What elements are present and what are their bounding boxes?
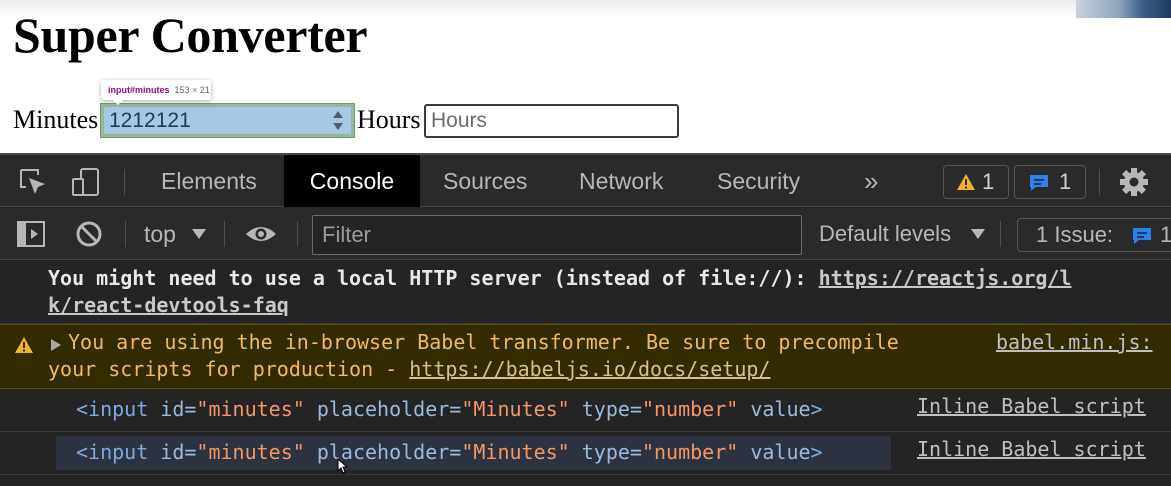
log-source-link[interactable]: Inline Babel script [917,437,1146,461]
webcam-thumbnail [1076,0,1171,18]
issues-button[interactable]: 1 Issue: 1 [1017,218,1171,252]
page-title: Super Converter [13,7,368,63]
console-log-row: <input id="minutes" placeholder="Minutes… [0,389,1171,432]
tab-network[interactable]: Network [579,155,663,207]
hours-label: Hours [357,105,421,134]
number-spinner[interactable] [333,110,343,132]
warning-icon [957,174,975,190]
babel-docs-link[interactable]: https://babeljs.io/docs/setup/ [409,357,770,381]
warning-source-link[interactable]: babel.min.js: [996,329,1153,356]
toolbar-divider [125,221,126,247]
console-log-row-partial [0,475,1171,486]
mouse-cursor-icon [337,458,347,474]
warnings-badge[interactable]: 1 [943,165,1009,199]
clear-console-icon[interactable] [75,220,103,248]
tab-elements[interactable]: Elements [161,155,257,207]
log-source-link[interactable]: Inline Babel script [917,394,1146,418]
warnings-count: 1 [982,169,995,194]
info-prefix: You might need to use a local HTTP serve… [48,266,819,290]
warning-text-line1: You are using the in-browser Babel trans… [68,330,899,354]
device-toolbar-icon[interactable] [71,167,101,197]
context-selector[interactable]: top [144,208,176,260]
log-element-code[interactable]: <input id="minutes" placeholder="Minutes… [76,397,823,421]
tab-security[interactable]: Security [717,155,800,207]
hours-input[interactable]: Hours [424,104,679,138]
page-viewport: Super Converter Minutes 1212121 Hours Ho… [0,0,1171,153]
console-warning-message: You are using the in-browser Babel trans… [0,324,1171,389]
tabbar-divider-right [1099,169,1100,195]
messages-badge[interactable]: 1 [1014,165,1086,199]
tooltip-selector: input#minutes [108,85,170,95]
console-messages: You might need to use a local HTTP serve… [0,261,1171,486]
warning-text-line2: your scripts for production - https://ba… [48,356,770,383]
hours-placeholder: Hours [431,109,488,132]
more-tabs-button[interactable]: » [864,155,878,207]
toolbar-divider-2 [224,221,225,247]
minutes-input[interactable]: 1212121 [100,103,355,138]
devtools-panel: Elements Console Sources Network Securit… [0,153,1171,486]
warning-icon [15,337,33,353]
issue-message-icon [1133,228,1151,244]
devtools-tabbar: Elements Console Sources Network Securit… [0,155,1171,207]
issues-count: 1 [1160,222,1171,247]
console-log-row-hovered: <input id="minutes" placeholder="Minutes… [0,432,1171,475]
levels-dropdown-arrow-icon[interactable] [971,229,985,239]
minutes-label: Minutes [13,105,99,134]
tabbar-divider [124,169,125,195]
toolbar-divider-3 [297,221,298,247]
info-message-text: You might need to use a local HTTP serve… [48,265,1072,319]
toolbar-divider-4 [1000,221,1001,247]
tab-sources[interactable]: Sources [443,155,527,207]
console-toolbar: top Filter Default levels 1 Issue: 1 [0,208,1171,260]
tooltip-size: 153 × 21 [174,85,210,95]
tab-console[interactable]: Console [284,155,420,207]
info-link-line1[interactable]: https://reactjs.org/l [819,266,1072,290]
console-info-message: You might need to use a local HTTP serve… [0,261,1171,324]
settings-gear-icon[interactable] [1118,166,1150,198]
inspect-tooltip: input#minutes 153 × 21 [101,80,211,105]
minutes-value: 1212121 [109,109,191,132]
warning-line2-prefix: your scripts for production - [48,357,410,381]
filter-placeholder: Filter [322,222,371,247]
expand-triangle-icon[interactable] [51,339,61,351]
log-element-code[interactable]: <input id="minutes" placeholder="Minutes… [76,440,823,464]
info-link-line2[interactable]: k/react-devtools-faq [48,293,289,317]
filter-input[interactable]: Filter [312,215,802,255]
live-expression-eye-icon[interactable] [244,223,278,245]
message-icon [1030,175,1048,191]
messages-count: 1 [1059,169,1072,194]
issues-label: 1 Issue: [1036,222,1114,247]
context-dropdown-arrow-icon[interactable] [192,229,206,239]
sidebar-toggle-icon[interactable] [16,220,46,248]
log-levels-dropdown[interactable]: Default levels [819,208,951,260]
inspect-element-icon[interactable] [18,167,48,197]
